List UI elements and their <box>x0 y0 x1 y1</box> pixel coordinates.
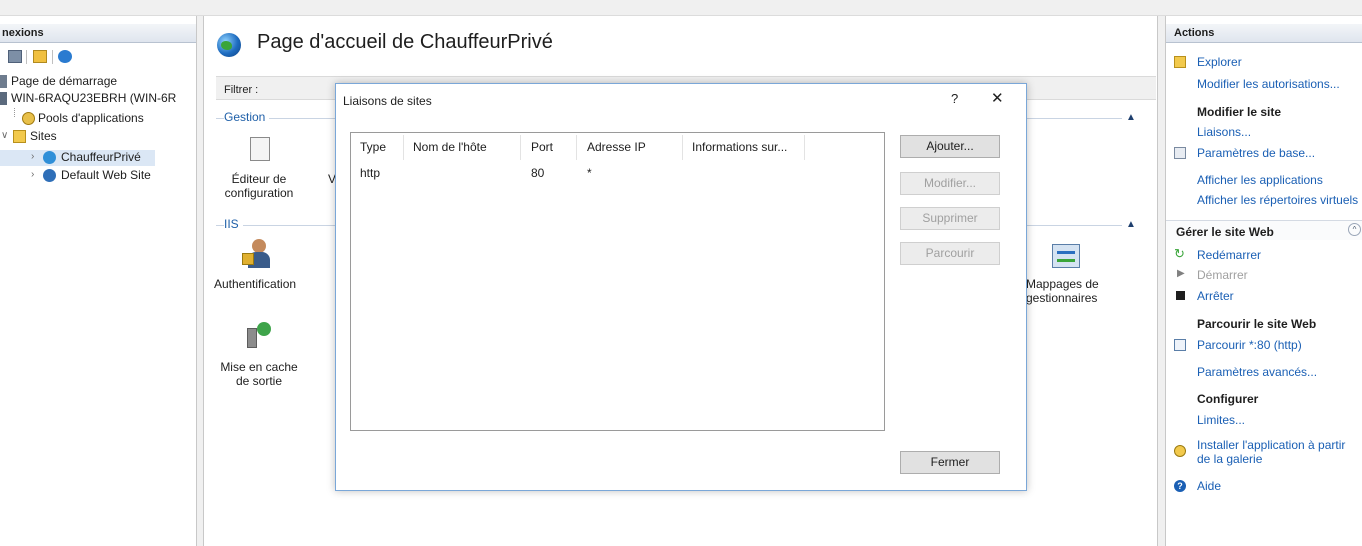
authentication-icon[interactable] <box>242 239 270 269</box>
action-bindings[interactable]: Liaisons... <box>1197 125 1251 139</box>
connect-icon[interactable] <box>58 50 72 63</box>
basic-settings-icon <box>1174 147 1186 159</box>
binding-type-cell[interactable]: http <box>360 166 380 180</box>
section-browse-site: Parcourir le site Web <box>1197 317 1317 331</box>
binding-ip-cell[interactable]: * <box>587 166 592 180</box>
save-icon[interactable] <box>8 50 22 63</box>
section-manage-site-label: Gérer le site Web <box>1176 225 1274 239</box>
action-install-from-gallery[interactable]: Installer l'application à partir de la g… <box>1197 438 1362 466</box>
expand-icon[interactable]: › <box>31 169 34 180</box>
sites-folder-icon <box>13 130 26 143</box>
column-divider[interactable] <box>576 135 577 160</box>
action-start[interactable]: Démarrer <box>1197 268 1248 282</box>
tree-connector <box>14 108 15 117</box>
explore-folder-icon <box>1174 56 1186 68</box>
app-pool-icon <box>22 112 35 125</box>
site-globe-icon <box>43 169 56 182</box>
edit-button[interactable]: Modifier... <box>900 172 1000 195</box>
dialog-title: Liaisons de sites <box>343 94 432 108</box>
stop-icon <box>1176 291 1185 300</box>
action-basic-settings[interactable]: Paramètres de base... <box>1197 146 1315 160</box>
column-divider[interactable] <box>520 135 521 160</box>
action-advanced-settings[interactable]: Paramètres avancés... <box>1197 365 1317 379</box>
action-limits[interactable]: Limites... <box>1197 413 1245 427</box>
feature-config-editor[interactable]: Éditeur de configuration <box>214 172 304 200</box>
connections-header: nexions <box>0 24 196 43</box>
expand-icon[interactable]: › <box>31 151 34 162</box>
tree-item-chauffeurprive[interactable]: › ChauffeurPrivé <box>0 150 155 166</box>
filter-label: Filtrer : <box>224 84 259 96</box>
binding-port-cell[interactable]: 80 <box>531 166 544 180</box>
start-page-icon <box>0 75 7 88</box>
action-view-virtual-dirs[interactable]: Afficher les répertoires virtuels <box>1197 193 1358 207</box>
handler-mappings-icon[interactable] <box>1052 244 1080 268</box>
cache-badge-shape <box>257 322 271 336</box>
action-restart[interactable]: Redémarrer <box>1197 248 1261 262</box>
toolbar-divider <box>52 50 53 64</box>
config-editor-icon[interactable] <box>250 137 270 161</box>
action-edit-permissions[interactable]: Modifier les autorisations... <box>1197 77 1340 91</box>
collapse-icon[interactable]: ∨ <box>1 130 8 141</box>
remove-button[interactable]: Supprimer <box>900 207 1000 230</box>
site-globe-icon <box>217 33 241 57</box>
column-header-type[interactable]: Type <box>360 140 386 154</box>
actions-header: Actions <box>1166 24 1362 43</box>
connections-toolbar <box>0 45 196 67</box>
collapse-group-icon[interactable]: ▲ <box>1126 219 1136 230</box>
browse-button[interactable]: Parcourir <box>900 242 1000 265</box>
column-header-port[interactable]: Port <box>531 140 553 154</box>
section-configure: Configurer <box>1197 392 1259 406</box>
add-button[interactable]: Ajouter... <box>900 135 1000 158</box>
feature-output-cache[interactable]: Mise en cache de sortie <box>220 360 298 388</box>
start-icon: ▶ <box>1177 268 1185 279</box>
section-manage-site: Gérer le site Web <box>1166 220 1362 240</box>
gallery-icon <box>1174 445 1186 457</box>
collapse-group-icon[interactable]: ▲ <box>1126 112 1136 123</box>
group-title-iis[interactable]: IIS <box>224 217 243 231</box>
action-explore[interactable]: Explorer <box>1197 55 1242 69</box>
group-divider <box>1027 118 1122 119</box>
arrow-shape <box>1057 251 1075 254</box>
column-header-ip[interactable]: Adresse IP <box>587 140 646 154</box>
action-browse-80[interactable]: Parcourir *:80 (http) <box>1197 338 1302 352</box>
group-title-gestion[interactable]: Gestion <box>224 110 270 124</box>
site-globe-icon <box>43 151 56 164</box>
collapse-section-icon[interactable]: ^ <box>1348 223 1361 236</box>
browse-icon <box>1174 339 1186 351</box>
bindings-list[interactable] <box>350 132 885 431</box>
top-strip <box>0 0 1362 16</box>
restart-icon: ↻ <box>1174 246 1185 261</box>
close-dialog-button[interactable]: Fermer <box>900 451 1000 474</box>
group-divider <box>1027 225 1122 226</box>
toolbar-divider <box>26 50 27 64</box>
help-icon: ? <box>1174 480 1186 492</box>
section-edit-site: Modifier le site <box>1197 105 1282 119</box>
user-head-shape <box>252 239 266 253</box>
column-divider[interactable] <box>403 135 404 160</box>
output-cache-icon[interactable] <box>247 322 271 348</box>
padlock-shape <box>242 253 254 265</box>
arrow-shape <box>1057 259 1075 262</box>
server-icon <box>0 92 7 105</box>
feature-authentication[interactable]: Authentification <box>214 277 318 291</box>
up-folder-icon[interactable] <box>33 50 47 63</box>
close-icon[interactable]: ✕ <box>991 89 1004 107</box>
column-divider[interactable] <box>682 135 683 160</box>
column-header-info[interactable]: Informations sur... <box>692 140 787 154</box>
feature-handler-mappings[interactable]: Mappages de gestionnaires <box>1026 277 1110 305</box>
action-help[interactable]: Aide <box>1197 479 1221 493</box>
column-header-host[interactable]: Nom de l'hôte <box>413 140 487 154</box>
column-divider[interactable] <box>804 135 805 160</box>
page-title: Page d'accueil de ChauffeurPrivé <box>257 31 553 53</box>
help-button[interactable]: ? <box>951 91 958 106</box>
action-view-applications[interactable]: Afficher les applications <box>1197 173 1323 187</box>
actions-pane <box>1165 16 1362 546</box>
server-shape <box>247 328 257 348</box>
action-stop[interactable]: Arrêter <box>1197 289 1234 303</box>
